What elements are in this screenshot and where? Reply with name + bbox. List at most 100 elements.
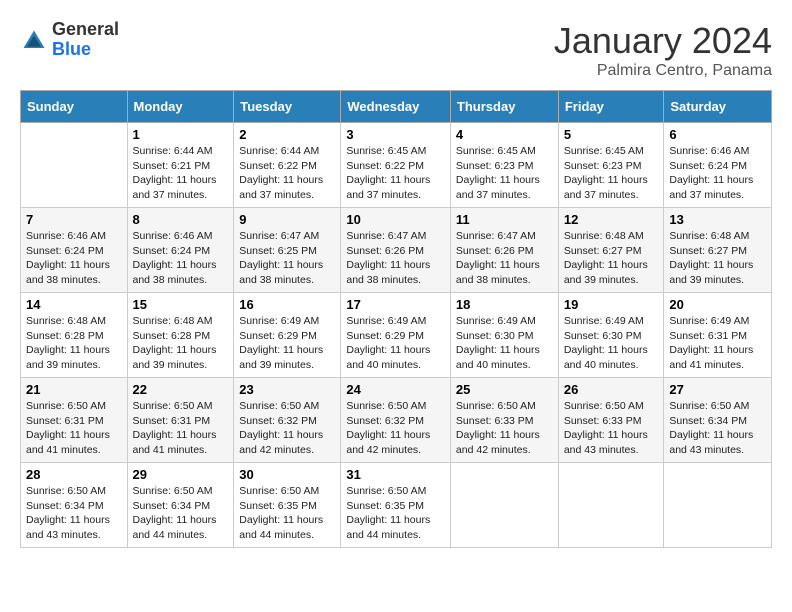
logo-blue: Blue [52, 40, 119, 60]
cell-text: Sunrise: 6:50 AMSunset: 6:35 PMDaylight:… [346, 485, 430, 541]
calendar-cell: 25 Sunrise: 6:50 AMSunset: 6:33 PMDaylig… [450, 378, 558, 463]
location: Palmira Centro, Panama [554, 62, 772, 80]
day-number: 22 [133, 382, 229, 397]
cell-text: Sunrise: 6:49 AMSunset: 6:30 PMDaylight:… [456, 315, 540, 371]
title-block: January 2024 Palmira Centro, Panama [554, 20, 772, 80]
day-number: 11 [456, 212, 553, 227]
calendar-cell: 6 Sunrise: 6:46 AMSunset: 6:24 PMDayligh… [664, 123, 772, 208]
cell-text: Sunrise: 6:50 AMSunset: 6:33 PMDaylight:… [564, 400, 648, 456]
cell-text: Sunrise: 6:49 AMSunset: 6:29 PMDaylight:… [346, 315, 430, 371]
cell-text: Sunrise: 6:50 AMSunset: 6:32 PMDaylight:… [346, 400, 430, 456]
cell-text: Sunrise: 6:44 AMSunset: 6:22 PMDaylight:… [239, 145, 323, 201]
day-number: 5 [564, 127, 659, 142]
cell-text: Sunrise: 6:48 AMSunset: 6:28 PMDaylight:… [26, 315, 110, 371]
day-number: 28 [26, 467, 122, 482]
weekday-header: Wednesday [341, 91, 451, 123]
cell-text: Sunrise: 6:47 AMSunset: 6:26 PMDaylight:… [346, 230, 430, 286]
day-number: 23 [239, 382, 335, 397]
cell-text: Sunrise: 6:50 AMSunset: 6:34 PMDaylight:… [133, 485, 217, 541]
cell-text: Sunrise: 6:50 AMSunset: 6:34 PMDaylight:… [669, 400, 753, 456]
logo-icon [20, 27, 48, 55]
day-number: 20 [669, 297, 766, 312]
calendar-cell: 17 Sunrise: 6:49 AMSunset: 6:29 PMDaylig… [341, 293, 451, 378]
calendar-cell [664, 463, 772, 548]
cell-text: Sunrise: 6:50 AMSunset: 6:35 PMDaylight:… [239, 485, 323, 541]
day-number: 21 [26, 382, 122, 397]
cell-text: Sunrise: 6:50 AMSunset: 6:32 PMDaylight:… [239, 400, 323, 456]
cell-text: Sunrise: 6:48 AMSunset: 6:28 PMDaylight:… [133, 315, 217, 371]
calendar-cell: 5 Sunrise: 6:45 AMSunset: 6:23 PMDayligh… [558, 123, 664, 208]
calendar-cell: 11 Sunrise: 6:47 AMSunset: 6:26 PMDaylig… [450, 208, 558, 293]
cell-text: Sunrise: 6:46 AMSunset: 6:24 PMDaylight:… [26, 230, 110, 286]
cell-text: Sunrise: 6:45 AMSunset: 6:23 PMDaylight:… [456, 145, 540, 201]
day-number: 17 [346, 297, 445, 312]
cell-text: Sunrise: 6:46 AMSunset: 6:24 PMDaylight:… [133, 230, 217, 286]
calendar-table: SundayMondayTuesdayWednesdayThursdayFrid… [20, 90, 772, 548]
day-number: 9 [239, 212, 335, 227]
day-number: 19 [564, 297, 659, 312]
day-number: 30 [239, 467, 335, 482]
calendar-cell [558, 463, 664, 548]
cell-text: Sunrise: 6:47 AMSunset: 6:25 PMDaylight:… [239, 230, 323, 286]
day-number: 24 [346, 382, 445, 397]
calendar-cell: 26 Sunrise: 6:50 AMSunset: 6:33 PMDaylig… [558, 378, 664, 463]
day-number: 26 [564, 382, 659, 397]
day-number: 10 [346, 212, 445, 227]
calendar-cell: 13 Sunrise: 6:48 AMSunset: 6:27 PMDaylig… [664, 208, 772, 293]
weekday-header: Friday [558, 91, 664, 123]
cell-text: Sunrise: 6:50 AMSunset: 6:31 PMDaylight:… [133, 400, 217, 456]
day-number: 12 [564, 212, 659, 227]
logo-general: General [52, 20, 119, 40]
calendar-cell: 4 Sunrise: 6:45 AMSunset: 6:23 PMDayligh… [450, 123, 558, 208]
calendar-cell: 10 Sunrise: 6:47 AMSunset: 6:26 PMDaylig… [341, 208, 451, 293]
calendar-cell: 7 Sunrise: 6:46 AMSunset: 6:24 PMDayligh… [21, 208, 128, 293]
calendar-cell: 22 Sunrise: 6:50 AMSunset: 6:31 PMDaylig… [127, 378, 234, 463]
calendar-week-row: 14 Sunrise: 6:48 AMSunset: 6:28 PMDaylig… [21, 293, 772, 378]
logo-text: General Blue [52, 20, 119, 60]
calendar-cell: 24 Sunrise: 6:50 AMSunset: 6:32 PMDaylig… [341, 378, 451, 463]
day-number: 25 [456, 382, 553, 397]
day-number: 29 [133, 467, 229, 482]
calendar-cell: 18 Sunrise: 6:49 AMSunset: 6:30 PMDaylig… [450, 293, 558, 378]
calendar-cell [450, 463, 558, 548]
calendar-cell: 12 Sunrise: 6:48 AMSunset: 6:27 PMDaylig… [558, 208, 664, 293]
day-number: 15 [133, 297, 229, 312]
page-header: General Blue January 2024 Palmira Centro… [20, 20, 772, 80]
calendar-cell: 2 Sunrise: 6:44 AMSunset: 6:22 PMDayligh… [234, 123, 341, 208]
calendar-cell: 16 Sunrise: 6:49 AMSunset: 6:29 PMDaylig… [234, 293, 341, 378]
calendar-cell: 9 Sunrise: 6:47 AMSunset: 6:25 PMDayligh… [234, 208, 341, 293]
calendar-cell: 28 Sunrise: 6:50 AMSunset: 6:34 PMDaylig… [21, 463, 128, 548]
calendar-cell: 3 Sunrise: 6:45 AMSunset: 6:22 PMDayligh… [341, 123, 451, 208]
calendar-cell: 23 Sunrise: 6:50 AMSunset: 6:32 PMDaylig… [234, 378, 341, 463]
day-number: 31 [346, 467, 445, 482]
weekday-header-row: SundayMondayTuesdayWednesdayThursdayFrid… [21, 91, 772, 123]
cell-text: Sunrise: 6:44 AMSunset: 6:21 PMDaylight:… [133, 145, 217, 201]
day-number: 3 [346, 127, 445, 142]
calendar-cell: 14 Sunrise: 6:48 AMSunset: 6:28 PMDaylig… [21, 293, 128, 378]
logo: General Blue [20, 20, 119, 60]
cell-text: Sunrise: 6:48 AMSunset: 6:27 PMDaylight:… [564, 230, 648, 286]
weekday-header: Sunday [21, 91, 128, 123]
cell-text: Sunrise: 6:50 AMSunset: 6:31 PMDaylight:… [26, 400, 110, 456]
cell-text: Sunrise: 6:50 AMSunset: 6:33 PMDaylight:… [456, 400, 540, 456]
day-number: 13 [669, 212, 766, 227]
calendar-cell: 27 Sunrise: 6:50 AMSunset: 6:34 PMDaylig… [664, 378, 772, 463]
cell-text: Sunrise: 6:49 AMSunset: 6:31 PMDaylight:… [669, 315, 753, 371]
weekday-header: Thursday [450, 91, 558, 123]
calendar-cell [21, 123, 128, 208]
day-number: 8 [133, 212, 229, 227]
weekday-header: Monday [127, 91, 234, 123]
calendar-cell: 20 Sunrise: 6:49 AMSunset: 6:31 PMDaylig… [664, 293, 772, 378]
day-number: 1 [133, 127, 229, 142]
calendar-cell: 8 Sunrise: 6:46 AMSunset: 6:24 PMDayligh… [127, 208, 234, 293]
calendar-cell: 29 Sunrise: 6:50 AMSunset: 6:34 PMDaylig… [127, 463, 234, 548]
month-year: January 2024 [554, 20, 772, 62]
cell-text: Sunrise: 6:49 AMSunset: 6:29 PMDaylight:… [239, 315, 323, 371]
weekday-header: Saturday [664, 91, 772, 123]
calendar-cell: 19 Sunrise: 6:49 AMSunset: 6:30 PMDaylig… [558, 293, 664, 378]
day-number: 4 [456, 127, 553, 142]
cell-text: Sunrise: 6:50 AMSunset: 6:34 PMDaylight:… [26, 485, 110, 541]
calendar-cell: 21 Sunrise: 6:50 AMSunset: 6:31 PMDaylig… [21, 378, 128, 463]
cell-text: Sunrise: 6:47 AMSunset: 6:26 PMDaylight:… [456, 230, 540, 286]
day-number: 27 [669, 382, 766, 397]
